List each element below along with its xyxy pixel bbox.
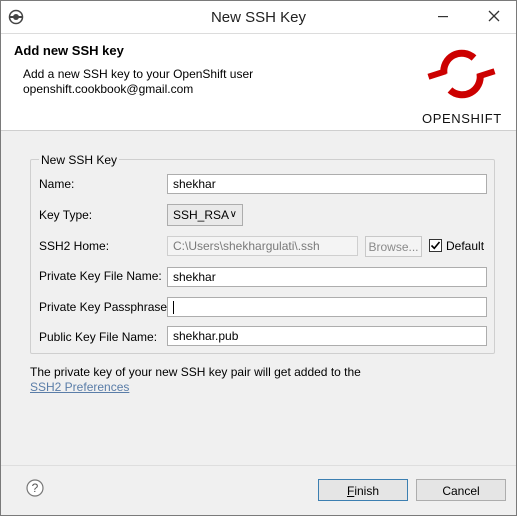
openshift-logo-icon — [427, 49, 496, 99]
title-bar: New SSH Key — [1, 1, 516, 34]
minimize-button[interactable] — [430, 4, 456, 30]
finish-label: inish — [354, 484, 380, 498]
browse-button: Browse... — [365, 236, 422, 257]
svg-text:?: ? — [32, 481, 39, 495]
banner-title: Add new SSH key — [14, 43, 124, 58]
close-button[interactable] — [481, 4, 507, 30]
chevron-down-icon: ∨ — [229, 209, 237, 220]
passphrase-field[interactable] — [167, 297, 487, 317]
close-icon — [488, 10, 500, 25]
public-key-label: Public Key File Name: — [39, 330, 158, 344]
checkmark-icon — [430, 241, 441, 250]
private-key-field[interactable] — [167, 267, 487, 287]
openshift-logo: OPENSHIFT — [422, 38, 502, 128]
name-field[interactable] — [167, 174, 487, 194]
footer-divider — [1, 465, 516, 466]
key-type-label: Key Type: — [39, 208, 93, 222]
key-type-select[interactable]: SSH_RSA ∨ — [167, 204, 243, 226]
cancel-button[interactable]: Cancel — [416, 479, 506, 501]
ssh2-home-field — [167, 236, 358, 256]
passphrase-label: Private Key Passphrase: — [39, 300, 171, 314]
public-key-field[interactable] — [167, 326, 487, 346]
help-icon[interactable]: ? — [26, 479, 44, 497]
banner-description: Add a new SSH key to your OpenShift user… — [23, 67, 253, 97]
banner-description-line: Add a new SSH key to your OpenShift user — [23, 67, 254, 81]
dialog-window: New SSH Key Add new SSH key Add a new SS… — [0, 0, 517, 516]
name-label: Name: — [39, 177, 75, 191]
finish-button[interactable]: Finish — [318, 479, 408, 501]
private-key-label: Private Key File Name: — [39, 269, 162, 283]
user-email: openshift.cookbook@gmail.com — [23, 82, 194, 96]
default-checkbox[interactable] — [429, 239, 442, 252]
wizard-banner: Add new SSH key Add a new SSH key to you… — [1, 34, 516, 131]
key-type-value: SSH_RSA — [173, 208, 230, 222]
info-note: The private key of your new SSH key pair… — [30, 365, 361, 379]
text-caret — [173, 301, 174, 315]
group-label: New SSH Key — [39, 153, 120, 167]
ssh2-home-label: SSH2 Home: — [39, 239, 110, 253]
ssh2-preferences-link[interactable]: SSH2 Preferences — [30, 380, 129, 394]
logo-text: OPENSHIFT — [422, 111, 502, 126]
minimize-icon — [437, 10, 449, 25]
default-label: Default — [446, 239, 485, 253]
